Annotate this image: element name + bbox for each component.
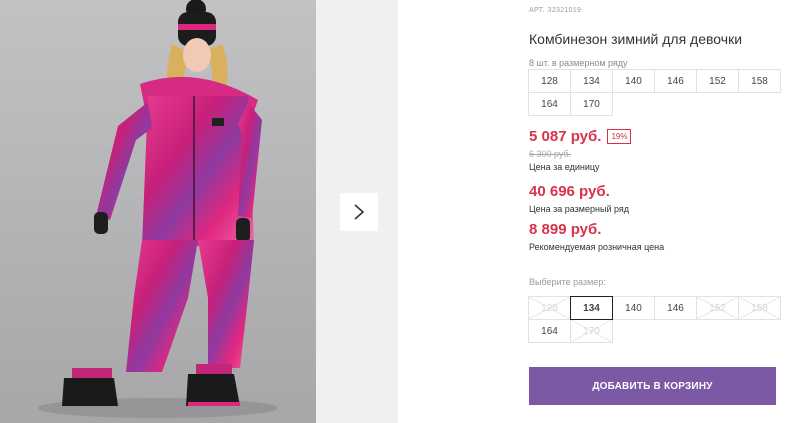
size-option[interactable]: 146 <box>654 296 697 320</box>
unit-price: 5 087 руб. <box>529 128 602 145</box>
add-to-cart-button[interactable]: ДОБАВИТЬ В КОРЗИНУ <box>529 367 776 405</box>
size-select-grid: 128 134 140 146 152 158 164 170 <box>528 296 781 343</box>
size-row-cell: 128 <box>528 69 571 93</box>
size-row-cell: 140 <box>612 69 655 93</box>
old-price: 6 300 руб. <box>529 149 572 159</box>
choose-size-label: Выберите размер: <box>529 277 606 287</box>
size-row-cell: 158 <box>738 69 781 93</box>
unit-price-note: Цена за единицу <box>529 162 600 172</box>
rrp-price: 8 899 руб. <box>529 221 602 238</box>
article-label: АРТ. <box>529 7 545 14</box>
row-price-note: Цена за размерный ряд <box>529 204 630 214</box>
unit-price-block: 5 087 руб. 19% <box>529 128 632 145</box>
size-option-label: 170 <box>583 325 600 337</box>
row-price: 40 696 руб. <box>529 183 610 200</box>
size-row-grid: 128 134 140 146 152 158 164 170 <box>528 69 781 116</box>
product-title: Комбинезон зимний для девочки <box>529 31 743 47</box>
rrp-price-note: Рекомендуемая розничная цена <box>529 242 665 252</box>
article-value: 32321019 <box>547 7 582 14</box>
size-row-cell: 170 <box>570 92 613 116</box>
size-row-cell: 164 <box>528 92 571 116</box>
size-row-cell: 152 <box>696 69 739 93</box>
product-gallery <box>0 0 398 423</box>
discount-badge: 19% <box>607 129 632 144</box>
size-option[interactable]: 134 <box>570 296 613 320</box>
size-option[interactable]: 140 <box>612 296 655 320</box>
size-option-label: 146 <box>667 302 684 314</box>
size-option-label: 140 <box>625 302 642 314</box>
size-option: 128 <box>528 296 571 320</box>
chevron-right-icon <box>354 204 365 220</box>
article-number: АРТ. 32321019 <box>529 7 584 14</box>
size-option: 152 <box>696 296 739 320</box>
product-photo-illustration <box>0 0 316 423</box>
size-option-label: 158 <box>751 302 768 314</box>
size-option-label: 152 <box>709 302 726 314</box>
size-row-cell: 146 <box>654 69 697 93</box>
product-photo[interactable] <box>0 0 316 423</box>
size-option: 170 <box>570 319 613 343</box>
size-row-cell: 134 <box>570 69 613 93</box>
gallery-next-button[interactable] <box>340 193 378 231</box>
size-option-label: 134 <box>583 302 600 314</box>
size-option[interactable]: 164 <box>528 319 571 343</box>
size-option-label: 164 <box>541 325 558 337</box>
size-option-label: 128 <box>541 302 558 314</box>
pack-note: 8 шт. в размерном ряду <box>529 58 628 68</box>
size-option: 158 <box>738 296 781 320</box>
